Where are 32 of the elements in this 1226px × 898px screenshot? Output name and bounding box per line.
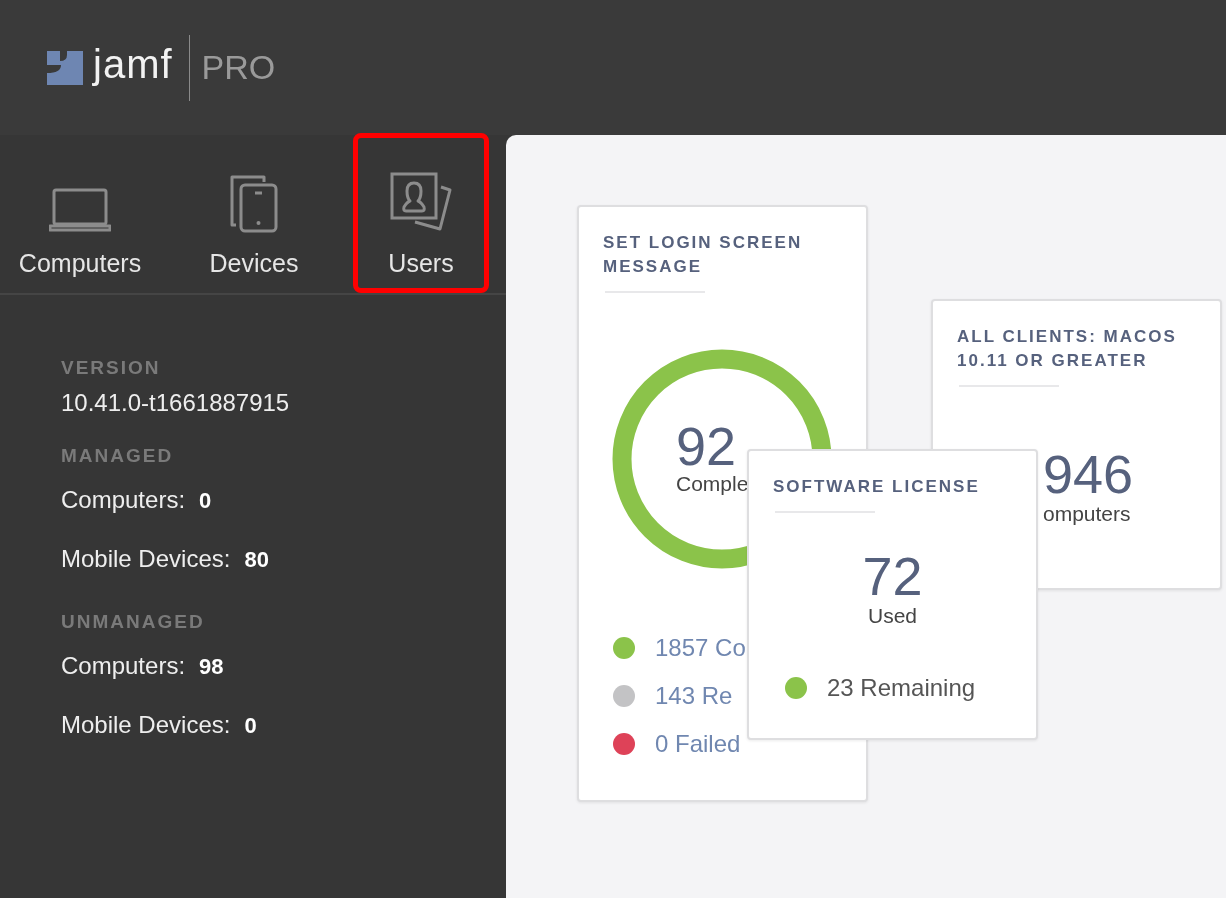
logo-icon	[47, 50, 83, 85]
used-value: 72	[862, 547, 923, 605]
devices-icon	[228, 173, 280, 233]
nav-tab[interactable]: Computers	[5, 133, 155, 293]
stat-label: Mobile Devices:	[61, 544, 231, 574]
card-title: SOFTWARE LICENSE	[773, 476, 981, 498]
stat-label: Computers:	[61, 651, 186, 681]
card-title: SET LOGIN SCREEN MESSAGE	[603, 232, 804, 278]
nav-tab[interactable]: Devices	[179, 133, 329, 293]
section-heading: VERSION	[61, 356, 162, 380]
section-heading: MANAGED	[61, 444, 175, 468]
card-title: ALL CLIENTS: MACOS 10.11 OR GREATER	[957, 326, 1178, 372]
stat-value: 80	[244, 546, 269, 574]
version-text: 10.41.0-t1661887915	[61, 388, 291, 418]
nav-tab[interactable]: Users	[353, 133, 489, 293]
status-link[interactable]: 143 Re	[655, 682, 733, 710]
count-value: 946	[1043, 445, 1135, 503]
section-heading: UNMANAGED	[61, 610, 206, 634]
count-caption: omputers	[1043, 501, 1132, 527]
used-caption: Used	[868, 603, 917, 629]
status-link[interactable]: 0 Failed	[655, 730, 741, 758]
remaining-text: 23 Remaining	[827, 674, 976, 702]
logo-text: jamf	[93, 42, 173, 87]
stat-value: 0	[199, 487, 212, 515]
user-cards-icon	[389, 171, 453, 233]
status-link[interactable]: 1857 Co	[655, 634, 746, 662]
laptop-icon	[49, 187, 111, 233]
stat-value: 0	[244, 712, 257, 740]
stat-label: Computers:	[61, 485, 186, 515]
stat-value: 98	[199, 653, 224, 681]
product-name: PRO	[201, 48, 276, 87]
stat-label: Mobile Devices:	[61, 710, 231, 740]
